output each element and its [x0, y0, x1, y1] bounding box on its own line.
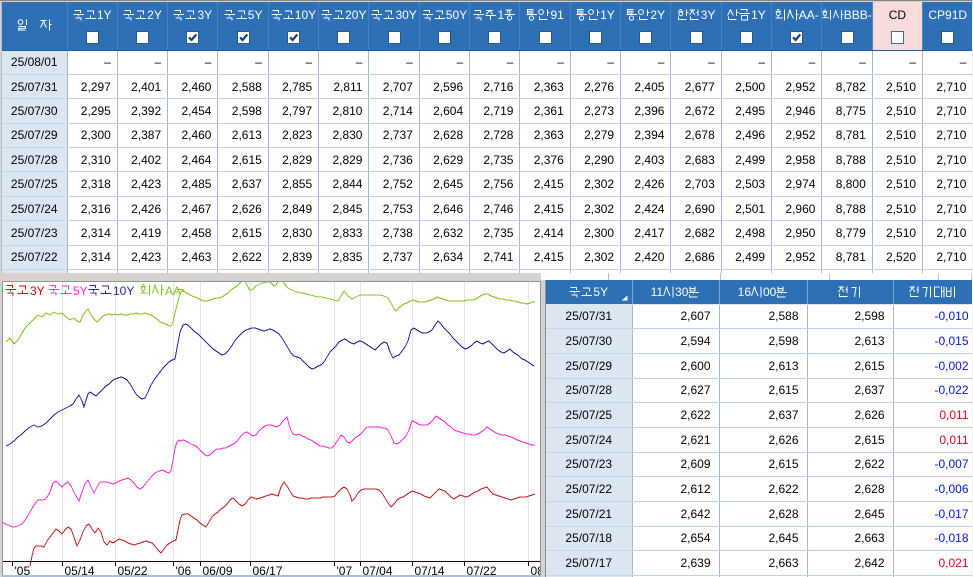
svg-text:AA: AA — [165, 284, 181, 298]
svg-text:10Y: 10Y — [113, 284, 134, 298]
svg-text:5Y: 5Y — [73, 284, 88, 298]
svg-text:3Y: 3Y — [30, 284, 45, 298]
